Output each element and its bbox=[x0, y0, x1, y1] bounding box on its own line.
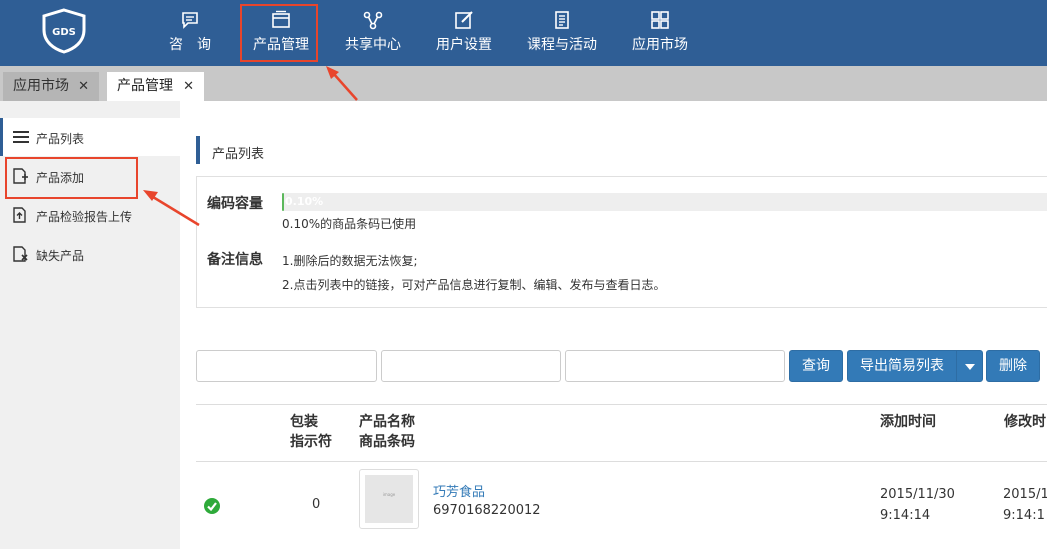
thumbnail-text: image bbox=[382, 492, 396, 497]
top-nav-bar: GDS 咨 询 产品管理 共享中心 用户设置 课程与活动 应用市场 bbox=[0, 0, 1047, 66]
nav-label-share-center: 共享中心 bbox=[345, 37, 401, 53]
info-panel: 编码容量 0.10% 0.10%的商品条码已使用 备注信息 1.删除后的数据无法… bbox=[196, 176, 1047, 308]
nav-item-courses-activities[interactable]: 课程与活动 bbox=[522, 0, 602, 66]
table-header-border bbox=[196, 461, 1047, 462]
cell-indicator: 0 bbox=[312, 497, 321, 512]
note-line-2: 2.点击列表中的链接，可对产品信息进行复制、编辑、发布与查看日志。 bbox=[282, 278, 666, 292]
sidebar-item-product-list[interactable]: 产品列表 bbox=[0, 118, 180, 156]
sidebar-item-missing-products[interactable]: 缺失产品 bbox=[0, 235, 180, 273]
logo-text: GDS bbox=[52, 27, 76, 38]
nav-label-consult: 咨 询 bbox=[169, 37, 211, 53]
cell-modified-date: 2015/1 bbox=[1003, 487, 1047, 502]
progress-fill bbox=[282, 193, 285, 211]
usage-text: 0.10%的商品条码已使用 bbox=[282, 217, 417, 231]
export-simple-list-button[interactable]: 导出简易列表 bbox=[847, 350, 957, 382]
note-line-1: 1.删除后的数据无法恢复; bbox=[282, 254, 418, 268]
cell-added-date: 2015/11/30 bbox=[880, 487, 955, 502]
sidebar-item-label: 缺失产品 bbox=[36, 249, 85, 263]
check-circle-icon bbox=[204, 498, 220, 514]
tab-label: 产品管理 bbox=[117, 78, 173, 94]
grid-icon bbox=[651, 11, 669, 29]
delete-button[interactable]: 删除 bbox=[986, 350, 1040, 382]
tab-product-management[interactable]: 产品管理 ✕ bbox=[107, 72, 204, 101]
section-title: 产品列表 bbox=[212, 147, 265, 162]
annotation-highlight-box bbox=[5, 157, 138, 199]
edit-icon bbox=[455, 11, 473, 29]
sidebar-item-label: 产品检验报告上传 bbox=[36, 210, 133, 224]
nav-item-share-center[interactable]: 共享中心 bbox=[338, 0, 408, 66]
annotation-highlight-box bbox=[240, 4, 318, 62]
thumbnail-image bbox=[365, 475, 413, 523]
product-thumbnail[interactable]: image bbox=[359, 469, 419, 529]
search-input-1[interactable] bbox=[196, 350, 377, 382]
capacity-label: 编码容量 bbox=[207, 196, 263, 212]
product-name-link[interactable]: 巧芳食品 bbox=[433, 481, 485, 500]
chat-icon bbox=[182, 12, 198, 29]
nav-item-consult[interactable]: 咨 询 bbox=[158, 0, 222, 66]
section-header: 产品列表 bbox=[196, 136, 1047, 164]
sidebar-item-label: 产品列表 bbox=[36, 132, 85, 146]
header-added-time: 添加时间 bbox=[880, 414, 936, 430]
search-input-2[interactable] bbox=[381, 350, 561, 382]
notes-label: 备注信息 bbox=[207, 252, 263, 268]
tab-bar: 应用市场 ✕ 产品管理 ✕ bbox=[0, 66, 1047, 101]
export-dropdown-toggle[interactable] bbox=[956, 350, 983, 382]
document-icon bbox=[555, 11, 569, 29]
cell-added-time: 9:14:14 bbox=[880, 508, 931, 523]
progress-text: 0.10% bbox=[285, 195, 324, 208]
gds-logo[interactable]: GDS bbox=[40, 8, 88, 54]
close-icon[interactable]: ✕ bbox=[78, 72, 89, 101]
table-top-border bbox=[196, 404, 1047, 405]
header-indicator-line1: 包装 bbox=[290, 414, 318, 430]
cell-modified-time: 9:14:1 bbox=[1003, 508, 1045, 523]
list-icon bbox=[13, 131, 29, 143]
close-icon[interactable]: ✕ bbox=[183, 72, 194, 101]
missing-document-icon bbox=[13, 246, 28, 262]
query-button[interactable]: 查询 bbox=[789, 350, 843, 382]
nav-item-user-settings[interactable]: 用户设置 bbox=[429, 0, 499, 66]
header-name-line2: 商品条码 bbox=[359, 434, 415, 450]
share-icon bbox=[363, 11, 383, 30]
caret-down-icon bbox=[965, 364, 975, 370]
sidebar-item-report-upload[interactable]: 产品检验报告上传 bbox=[0, 196, 180, 234]
tab-app-market[interactable]: 应用市场 ✕ bbox=[3, 72, 99, 101]
nav-label-courses-activities: 课程与活动 bbox=[527, 37, 597, 53]
nav-item-app-market[interactable]: 应用市场 bbox=[625, 0, 695, 66]
upload-document-icon bbox=[13, 207, 26, 223]
nav-label-app-market: 应用市场 bbox=[632, 37, 688, 53]
header-indicator-line2: 指示符 bbox=[290, 434, 332, 450]
cell-barcode: 6970168220012 bbox=[433, 503, 541, 518]
search-input-3[interactable] bbox=[565, 350, 785, 382]
capacity-progress-bar: 0.10% bbox=[282, 193, 1047, 211]
nav-label-user-settings: 用户设置 bbox=[436, 37, 492, 53]
tab-label: 应用市场 bbox=[13, 78, 69, 94]
header-name-line1: 产品名称 bbox=[359, 414, 415, 430]
header-modified-time: 修改时 bbox=[1004, 414, 1046, 430]
